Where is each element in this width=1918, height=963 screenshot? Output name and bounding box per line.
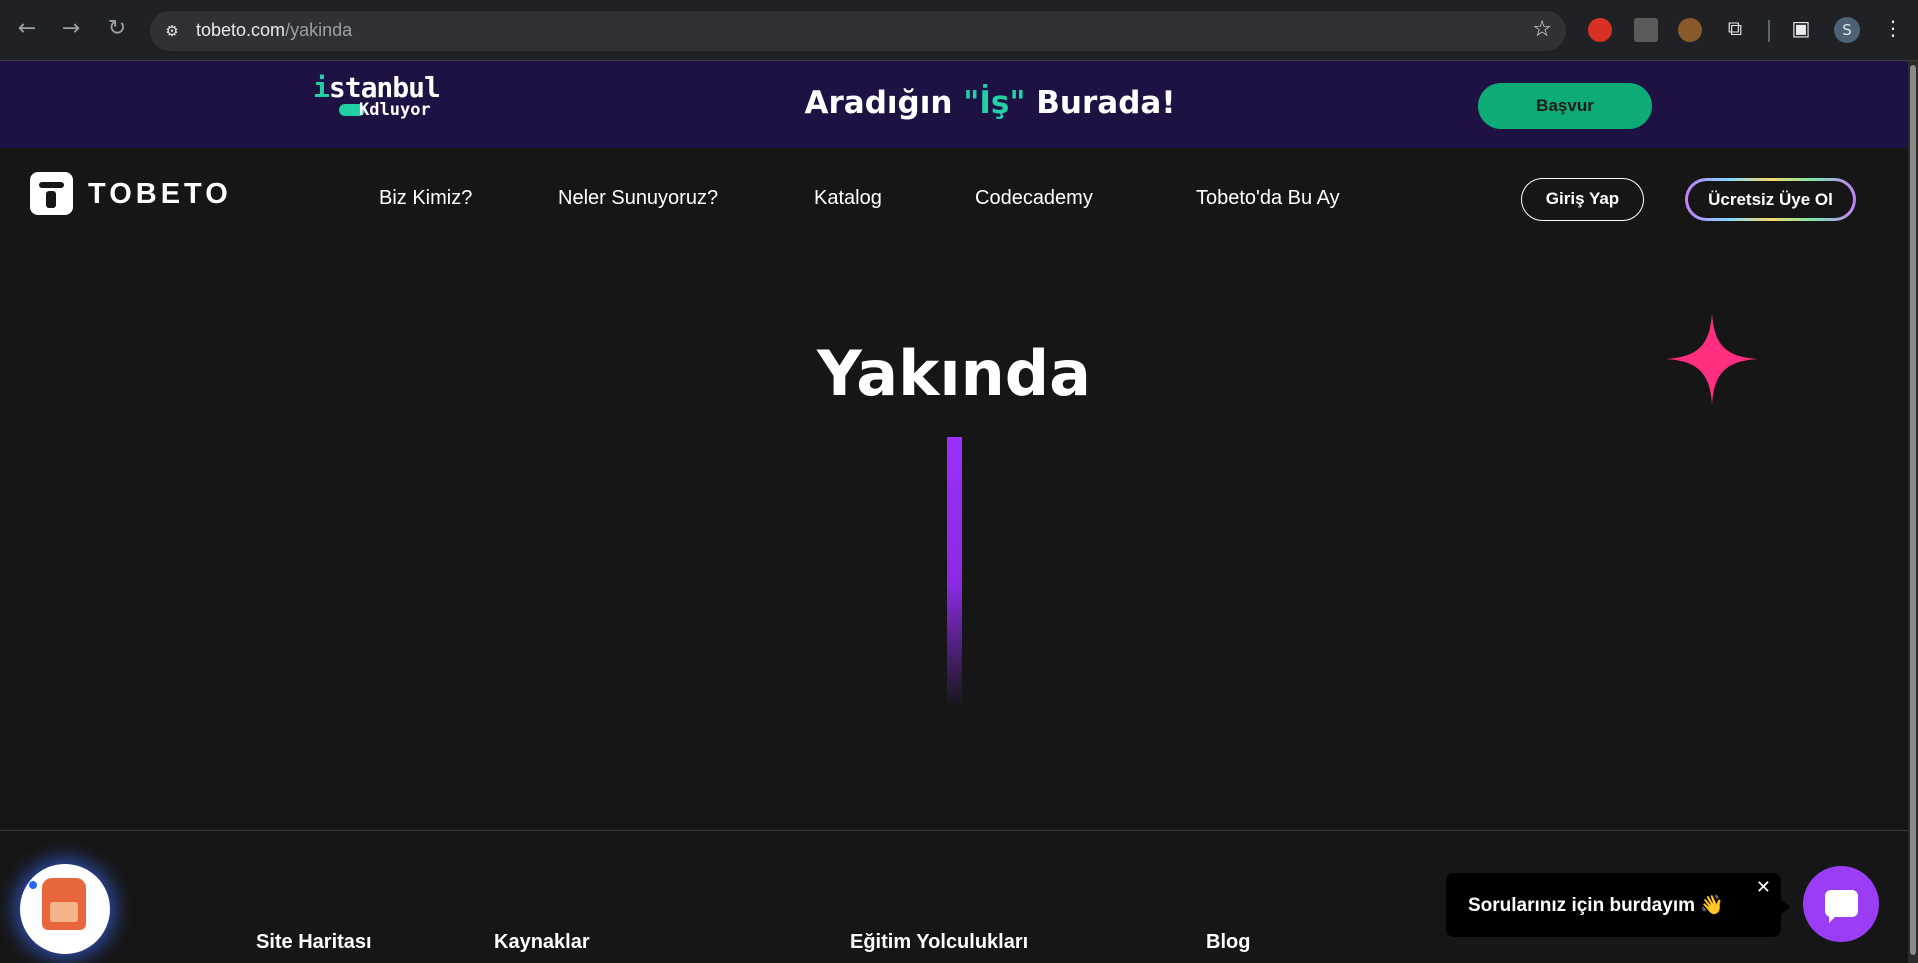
- assistant-avatar-button[interactable]: [20, 864, 110, 954]
- signup-button[interactable]: Ücretsiz Üye Ol: [1685, 178, 1856, 221]
- chat-launcher-button[interactable]: [1803, 866, 1879, 942]
- decorative-vertical-line: [947, 437, 962, 707]
- istanbul-kodluyor-logo[interactable]: istanbul Kdluyor: [313, 74, 441, 121]
- status-dot: [29, 881, 37, 889]
- scrollbar-thumb[interactable]: [1910, 65, 1916, 955]
- chat-greeting-bubble[interactable]: Sorularınız için burdayım 👋 ✕: [1446, 873, 1790, 937]
- site-info-icon[interactable]: ⚙: [160, 19, 184, 43]
- footer-divider: [0, 830, 1908, 831]
- promo-banner: istanbul Kdluyor Aradığın "İş" Burada! B…: [0, 61, 1908, 148]
- url-path: /yakinda: [285, 20, 353, 40]
- logo-word-2: dluyor: [369, 100, 431, 120]
- chat-greeting-text: Sorularınız için burdayım 👋: [1468, 895, 1724, 916]
- side-panel-icon[interactable]: ▣: [1788, 16, 1814, 40]
- extension-grid-icon[interactable]: [1634, 18, 1658, 42]
- banner-title-quote: "İş": [963, 85, 1026, 121]
- banner-title-pre: Aradığın: [804, 85, 964, 121]
- browser-toolbar: ← → ↻ ⚙ tobeto.com/yakinda ☆ ⧉ ▣ S ⋮: [0, 0, 1918, 61]
- nav-codecademy[interactable]: Codecademy: [975, 187, 1093, 210]
- nav-biz-kimiz[interactable]: Biz Kimiz?: [379, 187, 472, 210]
- url-host: tobeto.com: [196, 20, 286, 40]
- login-button[interactable]: Giriş Yap: [1521, 178, 1644, 221]
- page-title: Yakında: [817, 337, 1091, 410]
- signup-label: Ücretsiz Üye Ol: [1688, 181, 1853, 218]
- extension-cookie-icon[interactable]: [1678, 18, 1702, 42]
- page: istanbul Kdluyor Aradığın "İş" Burada! B…: [0, 61, 1908, 963]
- back-icon[interactable]: ←: [12, 14, 42, 44]
- menu-kebab-icon[interactable]: ⋮: [1880, 16, 1906, 40]
- banner-title-post: Burada!: [1025, 85, 1176, 121]
- url-text[interactable]: tobeto.com/yakinda: [196, 20, 352, 41]
- address-bar[interactable]: ⚙ tobeto.com/yakinda ☆: [150, 11, 1566, 51]
- scrollbar[interactable]: [1908, 61, 1918, 963]
- close-icon[interactable]: ✕: [1756, 877, 1771, 898]
- extension-adblock-icon[interactable]: [1588, 18, 1612, 42]
- tobeto-logo-icon: [30, 172, 73, 215]
- footer-heading-kaynaklar: Kaynaklar: [494, 931, 590, 953]
- apply-button[interactable]: Başvur: [1478, 83, 1652, 129]
- nav-katalog[interactable]: Katalog: [814, 187, 882, 210]
- forward-icon[interactable]: →: [56, 14, 86, 44]
- footer-heading-egitim-yolculuklari: Eğitim Yolculukları: [850, 931, 1029, 953]
- footer-heading-blog: Blog: [1206, 931, 1251, 953]
- sparkle-icon: [1666, 313, 1758, 405]
- toolbar-separator: [1768, 20, 1770, 42]
- nav-neler-sunuyoruz[interactable]: Neler Sunuyoruz?: [558, 187, 718, 210]
- profile-avatar[interactable]: S: [1834, 17, 1860, 43]
- nav-tobeto-bu-ay[interactable]: Tobeto'da Bu Ay: [1196, 187, 1340, 210]
- backpack-icon: [42, 878, 86, 930]
- reload-icon[interactable]: ↻: [102, 14, 132, 44]
- footer-heading-site-haritasi: Site Haritası: [256, 931, 372, 953]
- banner-title: Aradığın "İş" Burada!: [800, 85, 1180, 121]
- bookmark-star-icon[interactable]: ☆: [1532, 17, 1552, 42]
- logo-i: i: [313, 71, 330, 104]
- chat-bubble-icon: [1825, 890, 1858, 923]
- tobeto-logo-text: TOBETO: [88, 178, 232, 210]
- logo-k: K: [359, 100, 370, 120]
- extensions-puzzle-icon[interactable]: ⧉: [1722, 16, 1748, 40]
